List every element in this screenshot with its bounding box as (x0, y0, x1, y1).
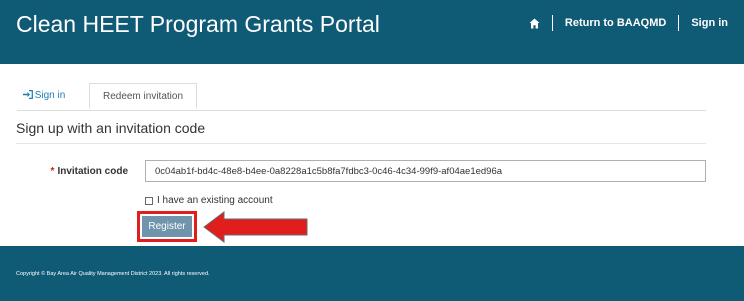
existing-account-label[interactable]: I have an existing account (157, 195, 273, 206)
register-button[interactable]: Register (142, 216, 192, 237)
nav-divider (678, 15, 680, 31)
home-link[interactable] (529, 18, 540, 29)
tab-sign-in[interactable]: Sign in (17, 83, 71, 109)
invitation-code-input[interactable] (145, 160, 706, 182)
pointing-arrow-icon (203, 211, 308, 243)
return-to-baaqmd-link[interactable]: Return to BAAQMD (565, 17, 666, 29)
existing-account-checkbox[interactable] (145, 196, 153, 205)
tab-sign-in-label: Sign in (34, 90, 66, 101)
copyright-text: Copyright © Bay Area Air Quality Managem… (16, 271, 210, 277)
footer-bar: Copyright © Bay Area Air Quality Managem… (0, 246, 744, 301)
top-navigation: Return to BAAQMD Sign in (529, 0, 728, 46)
invitation-code-label: * Invitation code (20, 166, 128, 177)
auth-tabs: Sign in Redeem invitation (17, 83, 706, 111)
nav-divider (551, 15, 553, 31)
section-divider (16, 143, 706, 144)
tab-redeem-invitation[interactable]: Redeem invitation (89, 83, 197, 109)
tab-redeem-invitation-label: Redeem invitation (102, 91, 184, 102)
required-marker: * (50, 166, 55, 177)
existing-account-option: I have an existing account (145, 195, 273, 206)
header-bar: Clean HEET Program Grants Portal Return … (0, 0, 744, 64)
header-sign-in-link[interactable]: Sign in (691, 17, 728, 29)
home-icon (529, 18, 540, 28)
portal-title[interactable]: Clean HEET Program Grants Portal (16, 11, 380, 38)
form-title: Sign up with an invitation code (16, 120, 206, 136)
sign-in-icon (22, 90, 33, 99)
invitation-code-label-text: Invitation code (57, 166, 128, 177)
